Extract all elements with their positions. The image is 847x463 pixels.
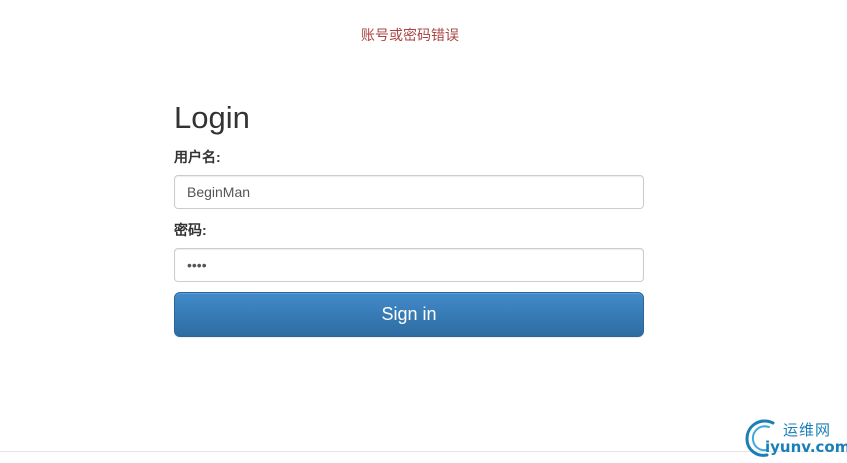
watermark-en-text: iyunv.com bbox=[765, 438, 847, 456]
footer-divider bbox=[0, 451, 847, 452]
watermark-cn-text: 运维网 bbox=[783, 421, 832, 439]
sign-in-button[interactable]: Sign in bbox=[174, 292, 644, 337]
password-input[interactable] bbox=[174, 248, 644, 282]
username-label: 用户名: bbox=[174, 149, 221, 165]
login-page: 账号或密码错误 Login 用户名: 密码: Sign in 运维网 iyunv… bbox=[0, 0, 847, 463]
username-input[interactable] bbox=[174, 175, 644, 209]
login-form: Login 用户名: 密码: Sign in bbox=[174, 98, 644, 337]
login-title: Login bbox=[174, 100, 250, 135]
password-label: 密码: bbox=[174, 222, 207, 238]
error-message: 账号或密码错误 bbox=[361, 27, 459, 43]
site-watermark: 运维网 iyunv.com bbox=[743, 415, 847, 459]
